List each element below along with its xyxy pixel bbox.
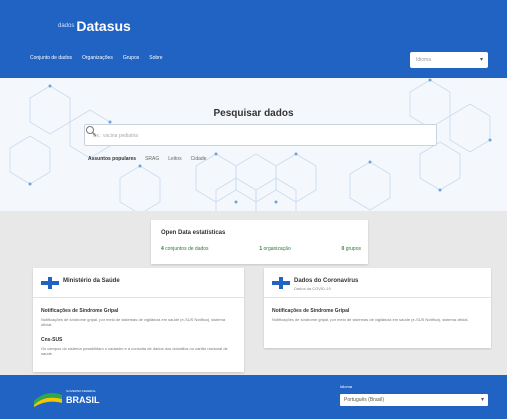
stat-organizations-count: 1 bbox=[259, 246, 263, 252]
brasil-logo-text[interactable]: BRASIL bbox=[66, 395, 100, 405]
plus-icon bbox=[41, 277, 59, 289]
nav-groups[interactable]: Grupos bbox=[123, 55, 139, 61]
nav-datasets[interactable]: Conjunto de dados bbox=[30, 55, 72, 61]
language-select[interactable]: Idioma ▾ bbox=[410, 52, 488, 68]
header: dados Datasus Conjunto de dados Organizaç… bbox=[0, 0, 507, 78]
tag-leitos[interactable]: Leitos bbox=[168, 156, 181, 162]
dataset-description: Notificações de síndrome gripal, por mei… bbox=[272, 317, 469, 322]
hero-title: Pesquisar dados bbox=[213, 108, 294, 119]
dataset-title[interactable]: Cns-SUS bbox=[41, 337, 62, 343]
card-header: Ministério da Saúde bbox=[33, 268, 244, 298]
organization-card-coronavirus[interactable]: Dados do Coronavírus Dados da COVID-19 N… bbox=[264, 268, 491, 348]
nav-organizations[interactable]: Organizações bbox=[82, 55, 113, 61]
popular-tags: Assuntos populares SRAG Leitos Cidade bbox=[88, 156, 206, 162]
card-subtitle: Dados da COVID-19 bbox=[294, 286, 331, 291]
chevron-down-icon: ▾ bbox=[480, 397, 484, 403]
tag-srag[interactable]: SRAG bbox=[145, 156, 159, 162]
stat-organizations-label: organização bbox=[263, 246, 291, 252]
language-select-placeholder: Idioma bbox=[416, 57, 432, 63]
nav-about[interactable]: Sobre bbox=[149, 55, 162, 61]
dataset-description: Os campos do sistema possibilitam o cada… bbox=[41, 346, 228, 356]
dataset-title[interactable]: Notificações de Síndrome Gripal bbox=[272, 308, 349, 314]
footer-language-select[interactable]: Português (Brasil) ▾ bbox=[340, 394, 488, 406]
hero-section: Pesquisar dados Ex.: vacina pediatria As… bbox=[0, 78, 507, 211]
logo-prefix: dados bbox=[58, 22, 75, 29]
dataset-description: Notificações de síndrome gripal, por mei… bbox=[41, 317, 226, 327]
card-header: Dados do Coronavírus Dados da COVID-19 bbox=[264, 268, 491, 298]
dataset-title[interactable]: Notificações de Síndrome Gripal bbox=[41, 308, 118, 314]
card-title: Ministério da Saúde bbox=[63, 278, 120, 284]
stat-organizations[interactable]: 1 organização bbox=[259, 246, 290, 252]
stat-groups-label: grupos bbox=[345, 246, 361, 252]
search-icon[interactable] bbox=[85, 125, 97, 137]
stat-groups[interactable]: 0 grupos bbox=[342, 246, 361, 252]
footer-language-label: Idioma bbox=[340, 384, 353, 389]
main-nav: Conjunto de dados Organizações Grupos So… bbox=[30, 55, 163, 61]
plus-icon bbox=[272, 277, 290, 289]
stat-groups-count: 0 bbox=[341, 246, 345, 252]
site-logo[interactable]: dados Datasus bbox=[58, 17, 131, 35]
footer: GOVERNO FEDERAL BRASIL Idioma Português … bbox=[0, 375, 507, 419]
logo-main-text: Datasus bbox=[76, 17, 131, 34]
popular-tags-label: Assuntos populares bbox=[88, 156, 137, 162]
stat-datasets[interactable]: 4 conjuntos de dados bbox=[161, 246, 209, 252]
stats-panel: Open Data estatísticas 4 conjuntos de da… bbox=[151, 220, 368, 264]
search-input[interactable]: Ex.: vacina pediatria bbox=[84, 124, 437, 146]
stat-datasets-count: 4 bbox=[161, 246, 164, 252]
tag-cidade[interactable]: Cidade bbox=[191, 156, 207, 162]
footer-language-value: Português (Brasil) bbox=[344, 397, 385, 403]
chevron-down-icon: ▾ bbox=[479, 57, 483, 63]
stats-title: Open Data estatísticas bbox=[161, 230, 226, 236]
stat-datasets-label: conjuntos de dados bbox=[165, 246, 209, 252]
organization-card-ministerio[interactable]: Ministério da Saúde Notificações de Sínd… bbox=[33, 268, 244, 372]
stats-row: 4 conjuntos de dados 1 organização 0 gru… bbox=[161, 246, 361, 252]
search-placeholder: Ex.: vacina pediatria bbox=[93, 133, 139, 139]
card-title: Dados do Coronavírus bbox=[294, 278, 359, 284]
gov-federal-label: GOVERNO FEDERAL bbox=[66, 389, 97, 393]
